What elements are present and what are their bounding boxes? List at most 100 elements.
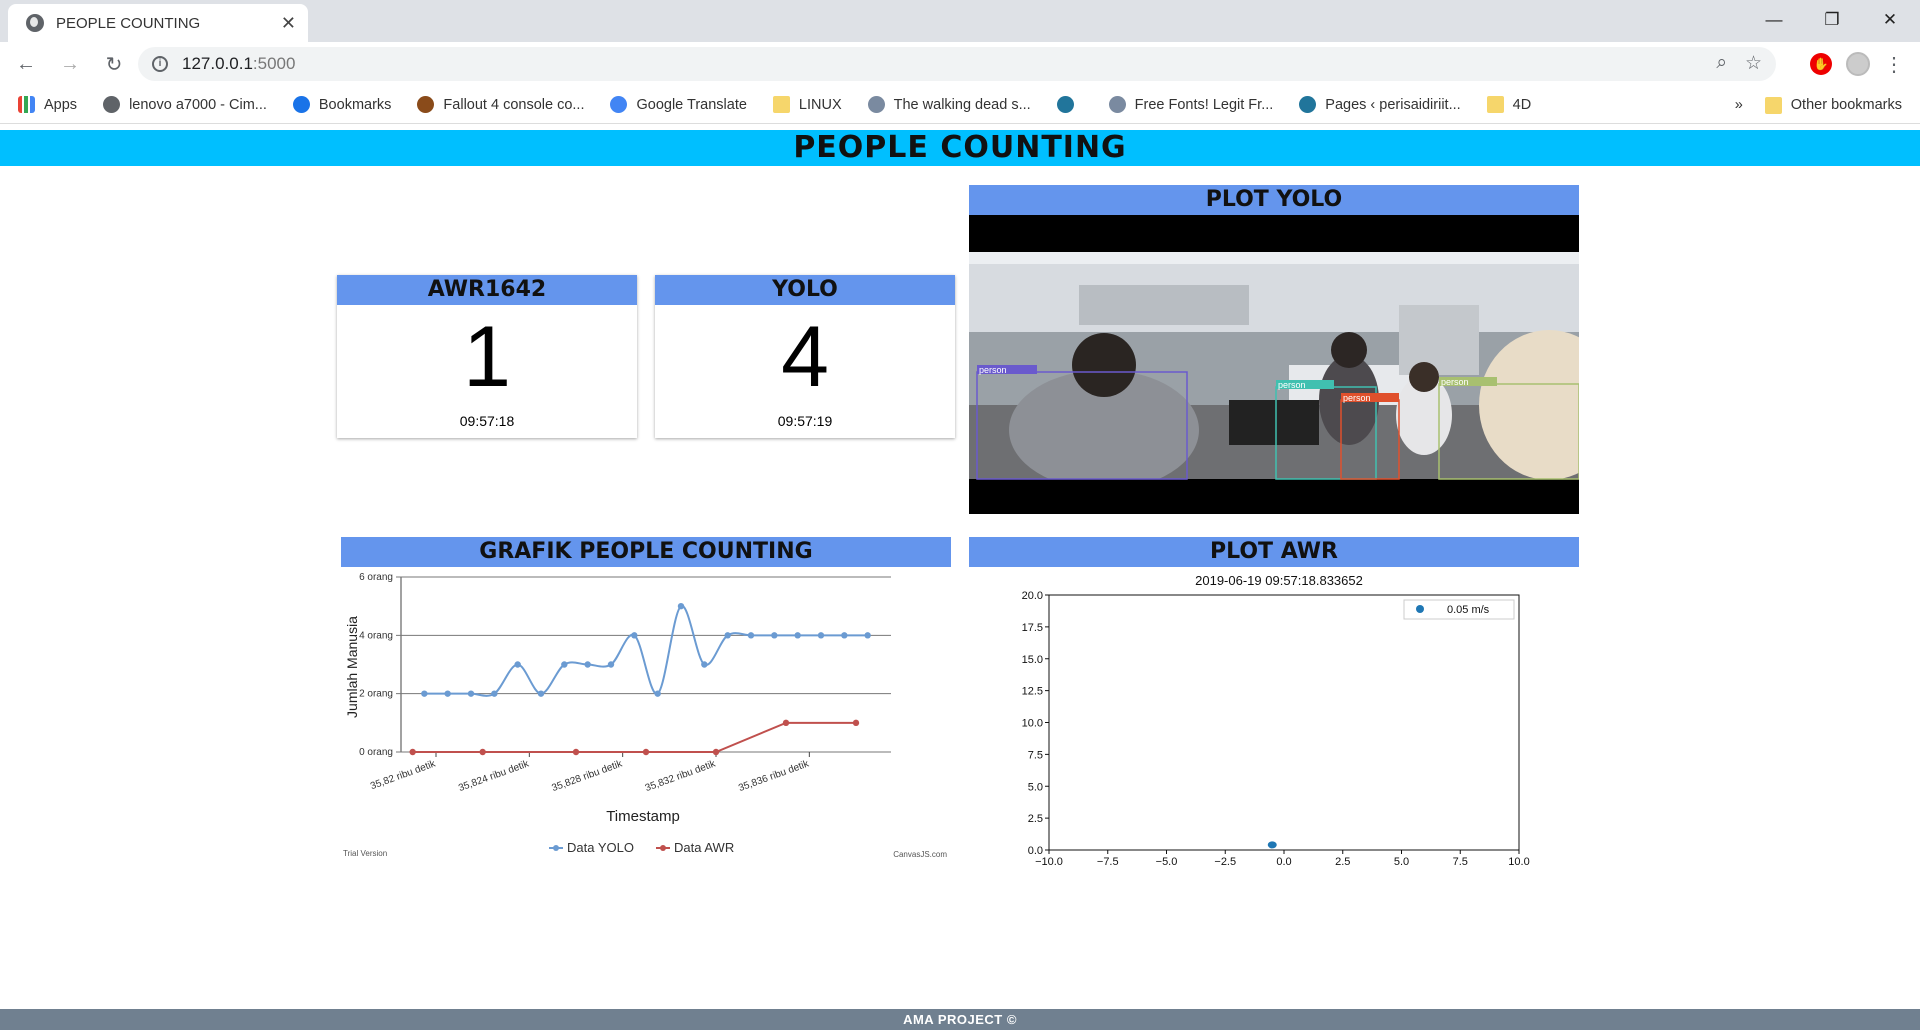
data-point[interactable] (771, 632, 778, 639)
y-tick-label: 17.5 (1022, 622, 1043, 634)
data-point[interactable] (654, 690, 661, 697)
data-point[interactable] (712, 748, 720, 756)
data-point[interactable] (701, 661, 708, 668)
reload-icon[interactable]: ↻ (96, 46, 132, 82)
x-tick-label: −2.5 (1214, 856, 1236, 867)
data-point[interactable] (421, 690, 428, 697)
bookmark-item[interactable]: Bookmarks (292, 96, 391, 113)
bookmark-item[interactable]: lenovo a7000 - Cim... (103, 96, 267, 113)
data-point[interactable] (444, 690, 451, 697)
page-content: PEOPLE COUNTING AWR1642 1 09:57:18 YOLO … (0, 124, 1920, 1030)
yolo-card-title: YOLO (655, 275, 955, 305)
yolo-timestamp: 09:57:19 (777, 413, 833, 429)
data-point[interactable] (514, 661, 521, 668)
minimize-icon[interactable]: — (1746, 0, 1802, 40)
bookmark-item[interactable]: Free Fonts! Legit Fr... (1108, 96, 1273, 113)
scatter-legend: 0.05 m/s (1403, 599, 1515, 620)
forward-icon[interactable]: → (52, 46, 88, 82)
x-tick-label: 35,836 ribu detik (737, 758, 811, 794)
zoom-icon[interactable]: ⌕ (1716, 52, 1727, 75)
other-bookmarks[interactable]: Other bookmarks (1764, 96, 1902, 114)
bookmark-item[interactable] (1056, 96, 1083, 113)
data-point[interactable] (841, 632, 848, 639)
back-icon[interactable]: ← (8, 46, 44, 82)
canvasjs-credit[interactable]: CanvasJS.com (893, 850, 947, 859)
apps-icon (18, 96, 35, 113)
bookmark-item[interactable]: Google Translate (610, 96, 747, 113)
data-point[interactable] (864, 632, 871, 639)
svg-text:Data AWR: Data AWR (674, 840, 734, 855)
awr-scatter-plot: 2019-06-19 09:57:18.833652 0.0 2.5 5.0 7.5 1… (1022, 573, 1530, 867)
y-tick-label: 2.5 (1028, 813, 1043, 825)
detection-label: person (1343, 393, 1371, 403)
url-text: 127.0.0.1:5000 (182, 54, 296, 73)
data-point[interactable] (724, 632, 731, 639)
data-point[interactable] (642, 748, 650, 756)
data-point[interactable] (491, 690, 498, 697)
close-window-icon[interactable]: ✕ (1862, 0, 1918, 40)
data-point[interactable] (479, 748, 486, 756)
tab-title: PEOPLE COUNTING (56, 14, 201, 32)
info-icon[interactable]: i (152, 56, 168, 72)
bookmark-item[interactable]: Pages ‹ perisaidiriit... (1299, 96, 1461, 113)
bookmark-label: Fallout 4 console co... (443, 96, 585, 113)
awr-count-card: AWR1642 1 09:57:18 (337, 275, 637, 438)
close-tab-icon[interactable]: ✕ (281, 13, 296, 34)
bookmark-label: Pages ‹ perisaidiriit... (1325, 96, 1461, 113)
bookmark-item[interactable]: 4D (1486, 96, 1531, 113)
y-tick-label: 5.0 (1028, 781, 1043, 793)
scatter-point[interactable] (1267, 841, 1277, 849)
legend-yolo[interactable]: Data YOLO (549, 840, 634, 855)
x-tick-label: 2.5 (1335, 856, 1350, 867)
data-point[interactable] (572, 748, 580, 756)
y-tick-label: 6 orang (359, 572, 393, 583)
x-tick-label: 35,832 ribu detik (644, 758, 718, 794)
x-tick-label: −10.0 (1035, 856, 1063, 867)
data-point[interactable] (852, 719, 860, 727)
y-tick-label: 20.0 (1022, 590, 1043, 602)
people-counting-line-chart: 0 orang 2 orang 4 orang 6 orang 35,82 ribu … (343, 572, 947, 859)
bookmark-item[interactable]: LINUX (772, 96, 842, 113)
wordpress-icon (1299, 96, 1317, 113)
bookmarks-overflow-icon[interactable]: » (1735, 97, 1743, 113)
data-point[interactable] (631, 632, 638, 639)
bookmark-star-icon[interactable]: ☆ (1745, 52, 1762, 75)
data-point[interactable] (677, 602, 685, 610)
plot-awr-title: PLOT AWR (969, 537, 1579, 567)
bookmark-item[interactable]: Fallout 4 console co... (417, 96, 584, 113)
data-point[interactable] (607, 661, 615, 668)
data-point[interactable] (794, 632, 801, 639)
data-point[interactable] (537, 690, 545, 697)
x-tick-label: −5.0 (1156, 856, 1178, 867)
plot-yolo-title: PLOT YOLO (969, 185, 1579, 215)
bookmark-item[interactable]: Apps (18, 96, 77, 113)
site-icon (1108, 96, 1126, 113)
bookmark-label: The walking dead s... (893, 96, 1031, 113)
page-title: PEOPLE COUNTING (793, 130, 1127, 165)
data-point[interactable] (584, 661, 591, 668)
globe-icon (26, 14, 44, 32)
globe-icon (103, 96, 121, 113)
detection-label: person (1278, 380, 1306, 390)
yolo-count-value: 4 (781, 309, 829, 405)
profile-avatar[interactable] (1846, 52, 1870, 76)
data-point[interactable] (561, 661, 568, 668)
data-point[interactable] (782, 719, 790, 727)
browser-tab[interactable]: PEOPLE COUNTING ✕ (8, 4, 308, 42)
bookmark-label: LINUX (798, 96, 842, 113)
data-point[interactable] (817, 632, 825, 639)
legend-awr[interactable]: Data AWR (656, 840, 734, 855)
restore-icon[interactable]: ❐ (1804, 0, 1860, 40)
site-icon (867, 96, 885, 113)
folder-icon (1486, 96, 1504, 113)
address-bar[interactable]: i 127.0.0.1:5000 ⌕ ☆ (138, 47, 1776, 81)
adblock-extension-icon[interactable]: ✋ (1810, 53, 1832, 75)
data-point[interactable] (409, 748, 416, 756)
grafik-title: GRAFIK PEOPLE COUNTING (341, 537, 951, 567)
bookmark-item[interactable]: The walking dead s... (867, 96, 1031, 113)
data-point[interactable] (747, 632, 755, 639)
menu-icon[interactable]: ⋮ (1884, 52, 1904, 77)
data-point[interactable] (467, 690, 475, 697)
awr-count-value: 1 (463, 309, 511, 405)
wordpress-icon (1056, 96, 1074, 113)
